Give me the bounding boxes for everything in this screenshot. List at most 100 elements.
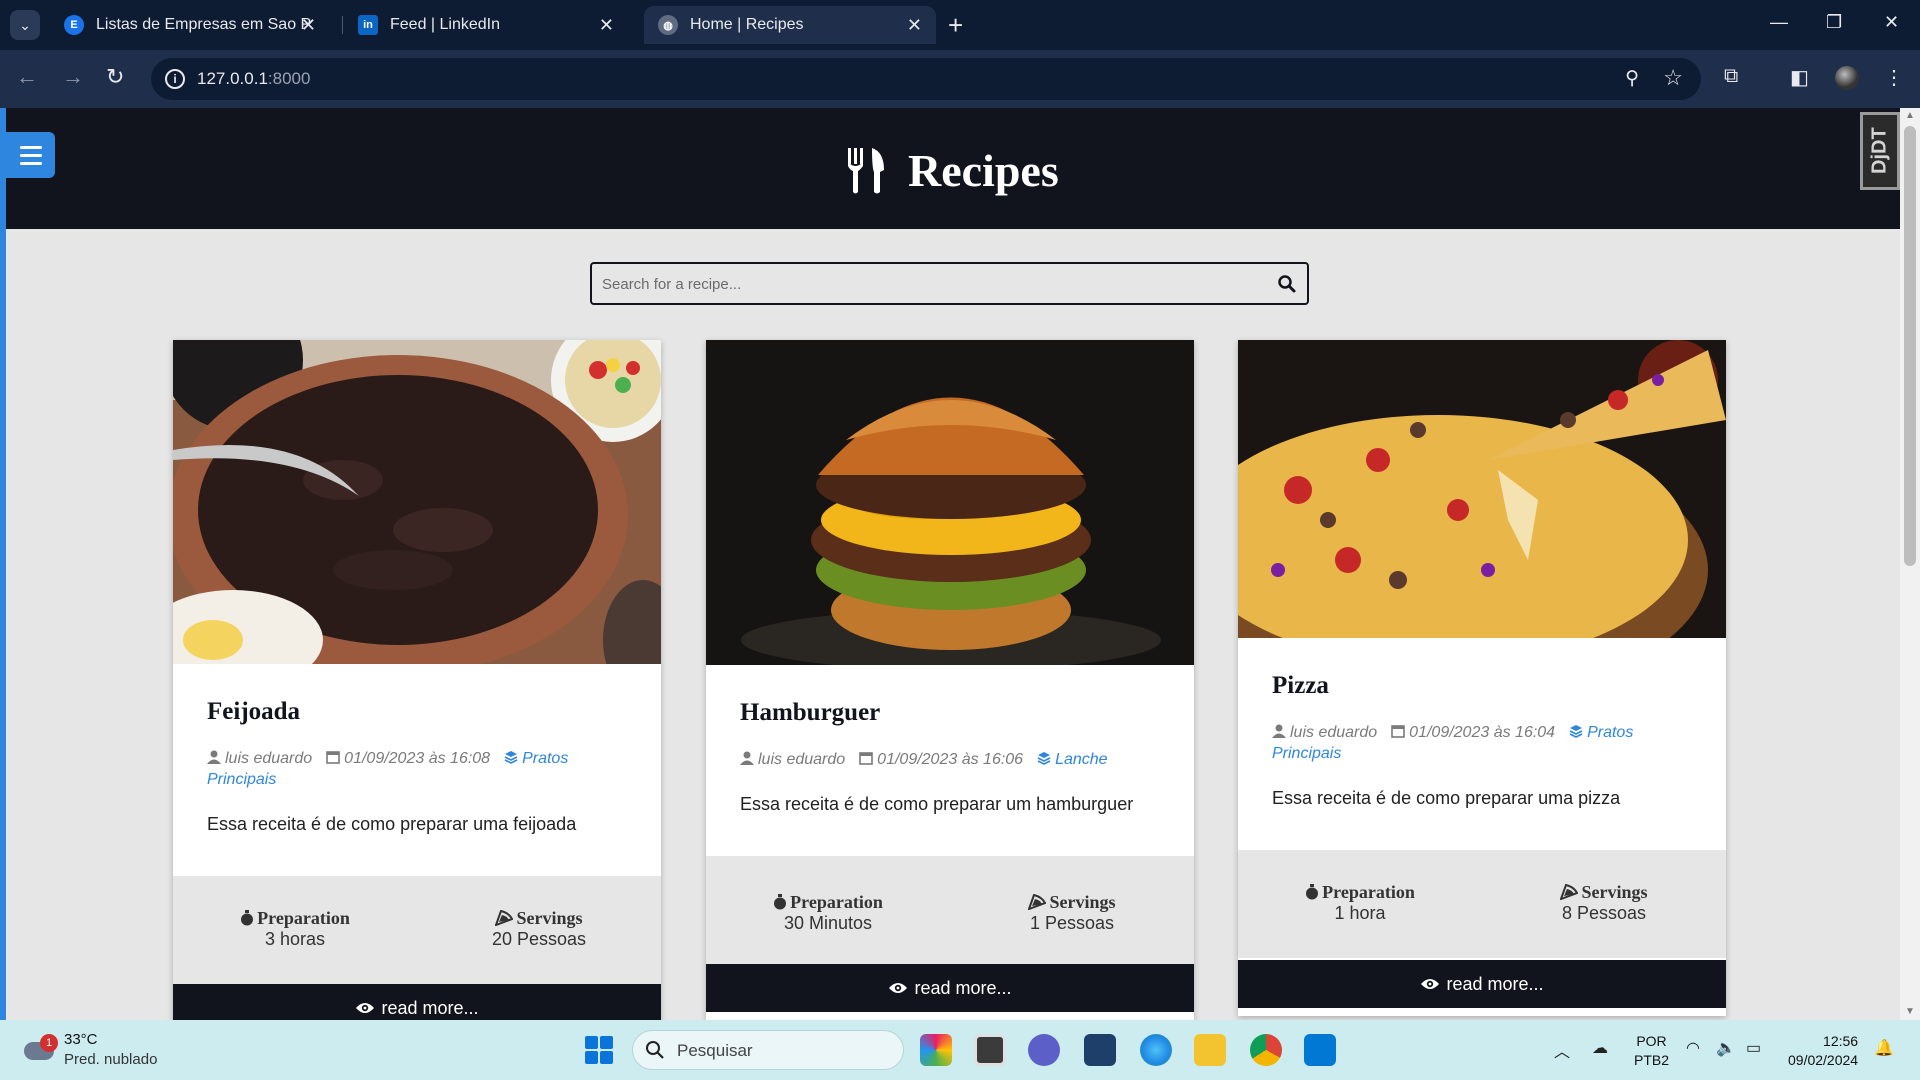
onedrive-icon[interactable]: ☁ — [1592, 1038, 1608, 1058]
recipe-title[interactable]: Feijoada — [207, 698, 627, 726]
recipe-stats: Preparation 1 hora Servings 8 Pessoas — [1238, 850, 1726, 958]
zoom-icon[interactable]: ⚲ — [1625, 67, 1639, 90]
edge-icon[interactable] — [1140, 1034, 1172, 1066]
new-tab-button[interactable]: + — [948, 10, 963, 40]
start-button[interactable] — [585, 1036, 613, 1064]
close-tab-icon[interactable]: ✕ — [301, 15, 316, 36]
servings-label: Servings — [516, 908, 583, 928]
site-header: Recipes DjDT — [6, 108, 1900, 229]
preparation-value: 3 horas — [264, 929, 326, 949]
tab-title: Home | Recipes — [690, 16, 804, 33]
browser-menu-icon[interactable]: ⋮ — [1884, 65, 1904, 90]
recipe-card-body: Feijoada luis eduardo 01/09/2023 às 16:08… — [173, 664, 661, 835]
battery-icon[interactable]: ▭ — [1746, 1038, 1761, 1058]
eye-icon — [356, 1003, 375, 1013]
forward-icon[interactable]: → — [62, 64, 84, 90]
recipe-image-feijoada[interactable] — [173, 340, 661, 664]
taskbar-search-label: Pesquisar — [677, 1041, 753, 1060]
read-more-button[interactable]: read more... — [173, 984, 661, 1020]
copilot-icon[interactable] — [920, 1034, 952, 1066]
clock-date: 09/02/2024 — [1788, 1052, 1859, 1068]
extensions-icon[interactable]: ⧉ — [1724, 65, 1738, 88]
recipe-card-body: Hamburguer luis eduardo 01/09/2023 às 16:… — [706, 665, 1194, 815]
dbeaver-icon[interactable] — [1084, 1034, 1116, 1066]
recipe-card-body: Pizza luis eduardo 01/09/2023 às 16:04 Pra… — [1238, 638, 1726, 809]
recipe-category-link[interactable]: Lanche — [1055, 751, 1108, 768]
preparation-stat: Preparation 30 Minutos — [706, 856, 950, 964]
hamburger-line — [19, 161, 42, 165]
read-more-label: read more... — [914, 977, 1012, 998]
recipe-author: luis eduardo — [225, 750, 313, 767]
preparation-value: 30 Minutos — [783, 913, 873, 933]
search-icon[interactable] — [1277, 274, 1297, 294]
tab-empresas[interactable]: E Listas de Empresas em Sao Paulo ✕ — [50, 6, 330, 44]
read-more-label: read more... — [1446, 973, 1544, 994]
language-indicator[interactable]: POR PTB2 — [1634, 1032, 1669, 1070]
system-clock[interactable]: 12:56 09/02/2024 — [1788, 1032, 1858, 1070]
scroll-down-icon[interactable]: ▼ — [1905, 1006, 1915, 1017]
read-more-button[interactable]: read more... — [1238, 960, 1726, 1008]
close-tab-icon[interactable]: ✕ — [907, 15, 922, 36]
tab-linkedin[interactable]: in Feed | LinkedIn ✕ — [344, 6, 628, 44]
site-info-icon[interactable]: i — [165, 69, 185, 89]
chrome-icon[interactable] — [1250, 1034, 1282, 1066]
close-window-icon[interactable]: ✕ — [1884, 12, 1899, 33]
preparation-label: Preparation — [790, 892, 883, 912]
back-icon[interactable]: ← — [16, 64, 38, 90]
menu-toggle-button[interactable] — [6, 132, 55, 178]
notifications-bell-icon[interactable]: 🔔 — [1874, 1038, 1894, 1058]
recipe-search — [590, 262, 1309, 305]
scroll-up-icon[interactable]: ▲ — [1905, 110, 1915, 121]
tab-search-button[interactable]: ⌄ — [10, 10, 40, 40]
address-url[interactable]: 127.0.0.1:8000 — [197, 69, 310, 89]
user-icon — [207, 750, 221, 764]
keyboard-layout: PTB2 — [1634, 1052, 1670, 1068]
scrollbar-thumb[interactable] — [1904, 126, 1916, 566]
taskbar-search[interactable]: Pesquisar — [632, 1030, 904, 1070]
recipe-image-hamburguer[interactable] — [706, 340, 1194, 665]
recipe-date: 01/09/2023 às 16:04 — [1409, 724, 1556, 741]
close-tab-icon[interactable]: ✕ — [599, 15, 614, 36]
address-bar[interactable]: i 127.0.0.1:8000 ⚲ ☆ — [151, 58, 1701, 100]
recipe-title[interactable]: Hamburguer — [740, 699, 1160, 727]
teams-chat-icon[interactable] — [1028, 1034, 1060, 1066]
layers-icon — [504, 751, 518, 764]
site-brand[interactable]: Recipes — [846, 144, 1059, 197]
tab-separator — [342, 16, 343, 34]
vscode-icon[interactable] — [1304, 1034, 1336, 1066]
side-panel-icon[interactable]: ◧ — [1790, 65, 1809, 90]
tab-recipes[interactable]: ◍ Home | Recipes ✕ — [644, 6, 936, 44]
servings-stat: Servings 20 Pessoas — [417, 876, 661, 984]
page-scrollbar[interactable]: ▲ ▼ — [1900, 108, 1920, 1020]
recipe-title[interactable]: Pizza — [1272, 672, 1692, 700]
url-host: 127.0.0.1 — [197, 69, 268, 88]
wifi-icon[interactable]: ◠ — [1686, 1038, 1700, 1058]
weather-widget[interactable]: 1 33°C Pred. nublado — [20, 1028, 220, 1072]
reload-icon[interactable]: ↻ — [106, 64, 124, 90]
search-input[interactable] — [602, 273, 1242, 295]
show-hidden-icons[interactable]: ︿ — [1554, 1038, 1570, 1062]
user-icon — [1272, 724, 1286, 738]
preparation-value: 1 hora — [1334, 903, 1386, 923]
minimize-icon[interactable]: — — [1770, 12, 1788, 33]
volume-icon[interactable]: 🔈 — [1716, 1038, 1736, 1058]
recipe-description: Essa receita é de como preparar uma pizz… — [1272, 788, 1621, 808]
hamburger-line — [19, 145, 42, 149]
recipe-author: luis eduardo — [1290, 724, 1378, 741]
stopwatch-icon — [774, 894, 787, 910]
file-explorer-icon[interactable] — [1194, 1034, 1226, 1066]
preparation-stat: Preparation 3 horas — [173, 876, 417, 984]
task-view-icon[interactable] — [974, 1034, 1006, 1066]
recipe-image-pizza[interactable] — [1238, 340, 1726, 638]
browser-tab-bar: ⌄ E Listas de Empresas em Sao Paulo ✕ in… — [0, 0, 1920, 50]
servings-value: 1 Pessoas — [1029, 913, 1115, 933]
clock-time: 12:56 — [1823, 1033, 1859, 1049]
bookmark-star-icon[interactable]: ☆ — [1663, 65, 1683, 91]
recipe-date: 01/09/2023 às 16:06 — [877, 751, 1024, 768]
restore-icon[interactable]: ❐ — [1826, 12, 1842, 33]
eye-icon — [1421, 979, 1440, 989]
debug-toolbar-handle[interactable]: DjDT — [1860, 112, 1900, 190]
profile-avatar[interactable] — [1835, 66, 1859, 90]
recipe-card: Pizza luis eduardo 01/09/2023 às 16:04 Pra… — [1238, 340, 1726, 1016]
read-more-button[interactable]: read more... — [706, 964, 1194, 1012]
